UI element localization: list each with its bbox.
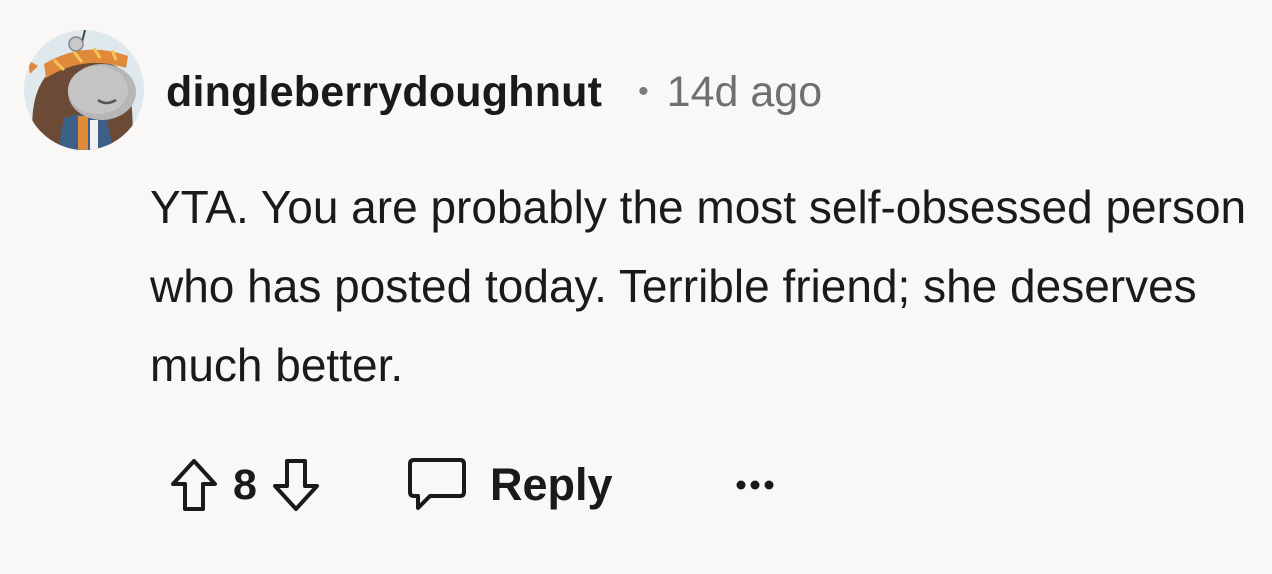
comment-header: dingleberrydoughnut • 14d ago [166,64,822,120]
reply-button[interactable]: Reply [406,456,613,514]
comment: dingleberrydoughnut • 14d ago YTA. You a… [0,0,1272,574]
comment-body: YTA. You are probably the most self-obse… [150,181,1247,391]
ellipsis-icon [736,480,774,490]
arrow-down-icon [273,459,319,511]
downvote-button[interactable] [264,453,328,517]
vote-score: 8 [233,460,257,509]
arrow-up-icon [171,459,217,511]
speech-bubble-icon [408,458,466,510]
reply-label: Reply [490,459,613,510]
snoo-avatar-icon [24,30,144,150]
username-link[interactable]: dingleberrydoughnut [166,68,602,117]
comment-actions: 8 Reply [162,450,785,520]
upvote-button[interactable] [162,453,226,517]
meta-separator: • [638,75,649,108]
more-options-button[interactable] [725,465,785,505]
timestamp[interactable]: 14d ago [667,68,822,117]
user-avatar[interactable] [24,30,144,150]
